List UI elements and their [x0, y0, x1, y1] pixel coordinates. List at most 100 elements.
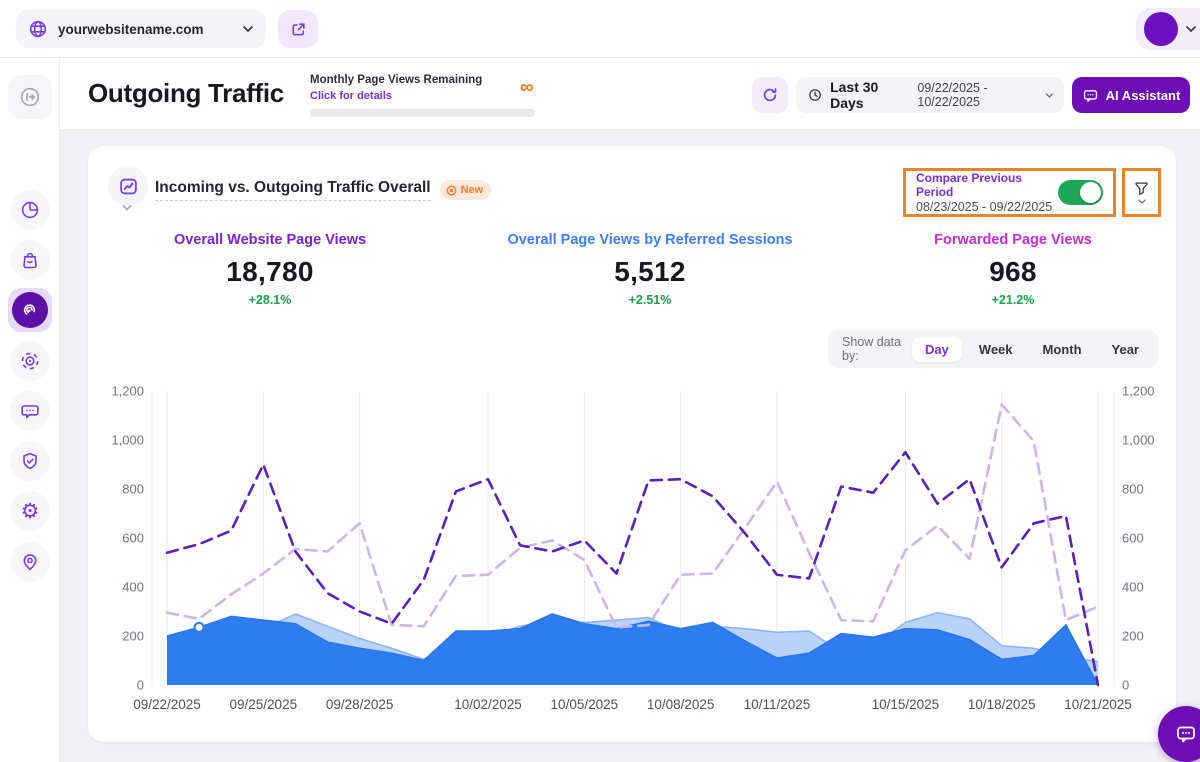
traffic-overview-card: Incoming vs. Outgoing Traffic Overall Ne…: [88, 146, 1176, 742]
map-pin-icon: [20, 552, 40, 572]
granularity-switcher: Show data by: Day Week Month Year: [828, 330, 1158, 368]
traffic-swirl-icon: [20, 300, 40, 320]
x-tick-label: 10/21/2025: [1064, 697, 1132, 712]
granularity-option-week[interactable]: Week: [966, 337, 1026, 362]
y-tick-label-right: 800: [1122, 482, 1144, 497]
external-link-icon: [289, 20, 308, 39]
website-selector[interactable]: yourwebsitename.com: [16, 10, 266, 48]
x-tick-label: 09/22/2025: [133, 697, 201, 712]
sidebar-item-store[interactable]: [10, 240, 50, 280]
quota-details-link[interactable]: Click for details: [310, 90, 392, 102]
globe-icon: [28, 19, 48, 39]
collapse-sidebar-button[interactable]: [8, 75, 52, 119]
sidebar-item-messages[interactable]: [10, 391, 50, 431]
top-bar: yourwebsitename.com: [0, 0, 1200, 58]
chevron-down-icon: [1045, 92, 1054, 99]
y-tick-label-right: 1,000: [1122, 433, 1155, 448]
funnel-filter-icon: [1134, 181, 1149, 196]
metric-label: Overall Website Page Views: [110, 232, 430, 248]
chevron-down-icon: [242, 25, 254, 33]
shopping-bag-icon: [20, 250, 40, 270]
compare-range: 08/23/2025 - 09/22/2025: [916, 200, 1058, 214]
card-title[interactable]: Incoming vs. Outgoing Traffic Overall: [155, 179, 431, 201]
granularity-option-month[interactable]: Month: [1030, 337, 1095, 362]
x-tick-label: 10/08/2025: [647, 697, 715, 712]
gear-icon: ⚙: [21, 501, 40, 522]
lens-scan-icon: [20, 351, 40, 371]
card-title-row: Incoming vs. Outgoing Traffic Overall Ne…: [155, 179, 491, 201]
sidebar-item-dashboard[interactable]: [10, 190, 50, 230]
date-range-selector[interactable]: Last 30 Days 09/22/2025 - 10/22/2025: [796, 77, 1064, 113]
x-tick-label: 09/28/2025: [326, 697, 394, 712]
metric-value: 18,780: [110, 256, 430, 288]
chevron-down-icon: [1137, 199, 1147, 205]
sidebar-item-tracking[interactable]: [10, 341, 50, 381]
x-tick-label: 10/15/2025: [872, 697, 940, 712]
granularity-option-year[interactable]: Year: [1099, 337, 1152, 362]
chat-bubble-icon: [1174, 722, 1198, 746]
user-menu[interactable]: [1136, 8, 1200, 50]
sidebar-item-location[interactable]: [10, 542, 50, 582]
metric-value: 5,512: [490, 256, 810, 288]
chat-bubble-icon: [20, 401, 40, 421]
open-website-button[interactable]: [278, 10, 318, 48]
compare-label: Compare Previous Period: [916, 171, 1058, 199]
y-tick-label-left: 1,000: [111, 433, 144, 448]
metric-change: +2.51%: [490, 293, 810, 307]
new-dot-icon: [446, 185, 457, 196]
y-tick-label-left: 200: [122, 629, 144, 644]
metric-value: 968: [853, 256, 1173, 288]
granularity-label: Show data by:: [842, 335, 902, 363]
series-line-page-views-previous-period: [167, 404, 1098, 627]
sidebar-item-protection[interactable]: [10, 441, 50, 481]
quota-widget: Monthly Page Views Remaining Click for d…: [310, 74, 538, 117]
y-tick-label-right: 0: [1122, 678, 1129, 693]
x-tick-label: 09/25/2025: [230, 697, 298, 712]
chart-point-marker: [195, 623, 204, 632]
avatar: [1144, 12, 1178, 46]
website-name: yourwebsitename.com: [58, 22, 232, 37]
refresh-button[interactable]: [752, 77, 788, 113]
y-tick-label-right: 400: [1122, 580, 1144, 595]
refresh-icon: [761, 86, 779, 104]
infinity-quota-value: ∞: [520, 78, 534, 97]
date-range-value: 09/22/2025 - 10/22/2025: [917, 81, 1037, 109]
y-tick-label-left: 400: [122, 580, 144, 595]
metric-overall-page-views: Overall Website Page Views 18,780 +28.1%: [110, 232, 430, 307]
traffic-chart-svg[interactable]: 0 0 200 200 400 400 600 600 800 800 1,000 1,000 1,20…: [88, 381, 1176, 726]
support-chat-fab[interactable]: [1158, 706, 1200, 762]
quota-label: Monthly Page Views Remaining: [310, 74, 538, 86]
y-tick-label-right: 200: [1122, 629, 1144, 644]
granularity-option-day[interactable]: Day: [912, 337, 962, 362]
metric-change: +28.1%: [110, 293, 430, 307]
clock-icon: [808, 87, 822, 103]
sidebar-item-settings[interactable]: ⚙: [10, 491, 50, 531]
ai-assistant-label: AI Assistant: [1106, 88, 1181, 103]
y-tick-label-left: 800: [122, 482, 144, 497]
y-tick-label-right: 1,200: [1122, 384, 1155, 399]
page-title: Outgoing Traffic: [88, 78, 284, 109]
x-tick-label: 10/02/2025: [454, 697, 522, 712]
metric-label: Overall Page Views by Referred Sessions: [490, 232, 810, 248]
x-tick-label: 10/11/2025: [744, 697, 811, 712]
shield-check-icon: [20, 451, 40, 471]
ai-assistant-button[interactable]: AI Assistant: [1072, 77, 1190, 113]
sidebar-item-traffic[interactable]: [8, 288, 52, 332]
y-tick-label-right: 600: [1122, 531, 1144, 546]
expand-panel-icon: [19, 86, 41, 108]
traffic-chart: 0 0 200 200 400 400 600 600 800 800 1,000 1,000 1,20…: [88, 381, 1176, 726]
y-tick-label-left: 0: [137, 678, 144, 693]
widget-icon-button[interactable]: [108, 166, 148, 206]
x-tick-label: 10/18/2025: [968, 697, 1036, 712]
compare-previous-period-control[interactable]: Compare Previous Period 08/23/2025 - 09/…: [903, 168, 1116, 217]
compare-toggle[interactable]: [1058, 180, 1103, 205]
metric-referred-sessions: Overall Page Views by Referred Sessions …: [490, 232, 810, 307]
ai-chat-icon: [1082, 87, 1099, 104]
metric-label: Forwarded Page Views: [853, 232, 1173, 248]
metric-forwarded-page-views: Forwarded Page Views 968 +21.2%: [853, 232, 1173, 307]
collapse-widget-chevron-icon[interactable]: [121, 204, 133, 212]
y-tick-label-left: 1,200: [111, 384, 144, 399]
x-tick-label: 10/05/2025: [551, 697, 619, 712]
y-tick-label-left: 600: [122, 531, 144, 546]
chart-filter-button[interactable]: [1122, 168, 1161, 217]
